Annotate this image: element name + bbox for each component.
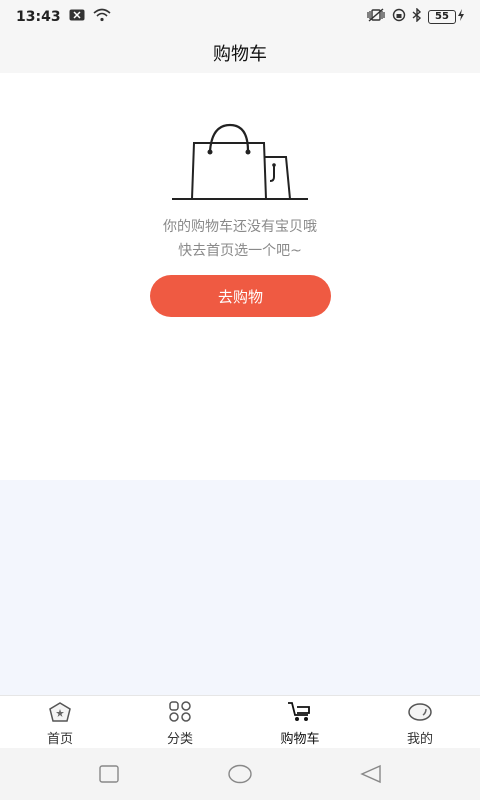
back-icon[interactable] [359,762,383,786]
bottom-tab-bar: 首页 分类 购物车 我的 [0,695,480,748]
home-icon [47,700,73,724]
empty-cart-area: 你的购物车还没有宝贝哦 快去首页选一个吧~ 去购物 [0,73,480,480]
recent-apps-icon[interactable] [97,762,121,786]
empty-message: 你的购物车还没有宝贝哦 [163,219,317,235]
go-shopping-button[interactable]: 去购物 [150,275,331,317]
status-time: 13:43 [16,8,61,25]
data-saver-icon [392,8,406,26]
status-bar: 13:43 55 [0,0,480,33]
profile-icon [407,700,433,724]
cart-icon [287,700,313,724]
empty-hint: 快去首页选一个吧~ [178,243,302,259]
tab-home-label: 首页 [46,732,73,747]
wifi-icon [93,8,111,26]
charging-icon [458,8,464,25]
tab-category[interactable]: 分类 [120,696,240,748]
system-navigation-bar [0,748,480,800]
tab-profile[interactable]: 我的 [360,696,480,748]
category-icon [167,700,193,724]
tab-cart-label: 购物车 [280,732,320,747]
tab-profile-label: 我的 [406,732,433,747]
notification-icon [69,9,85,25]
battery-indicator: 55 [428,8,464,25]
bluetooth-icon [412,6,422,26]
tab-category-label: 分类 [166,732,193,747]
tab-cart[interactable]: 购物车 [240,696,360,748]
page-header: 购物车 [0,33,480,73]
battery-level: 55 [428,9,456,24]
page-title: 购物车 [213,44,267,65]
recommend-area [0,480,480,695]
mute-vibrate-icon [366,7,386,26]
tab-home[interactable]: 首页 [0,696,120,748]
shopping-bag-icon [170,123,310,207]
home-circle-icon[interactable] [228,762,252,786]
